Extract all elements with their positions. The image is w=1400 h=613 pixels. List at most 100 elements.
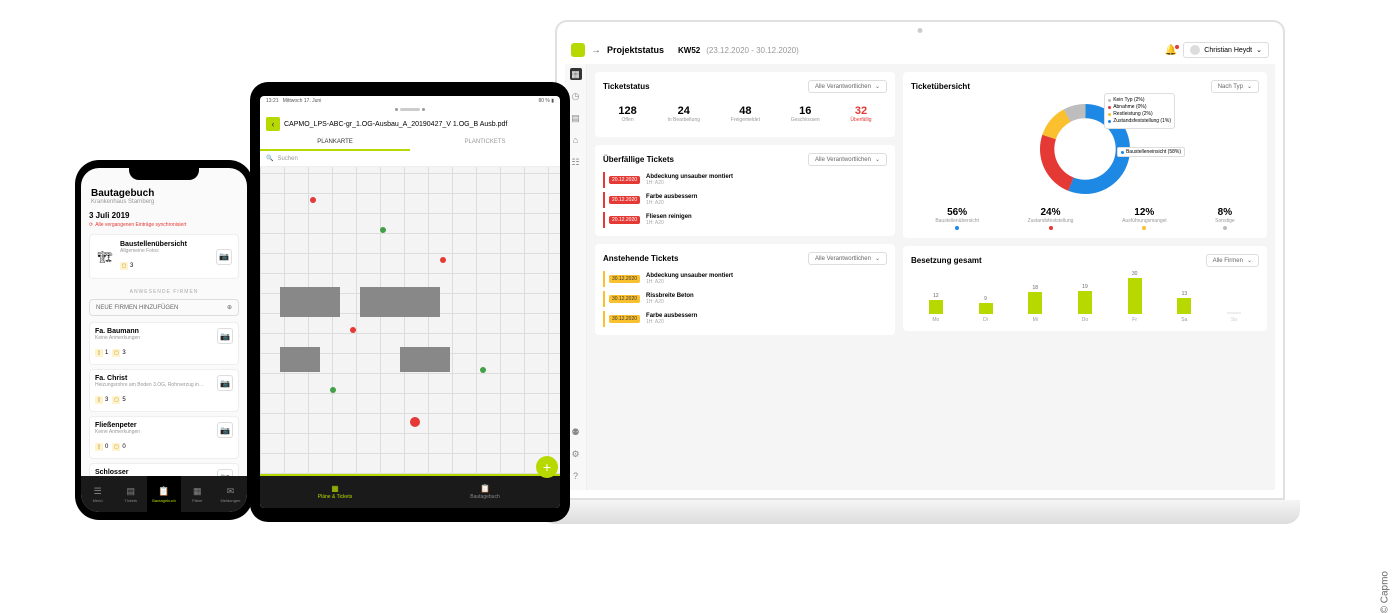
file-header: ‹ CAPMO_LPS-ABC-gr_1.OG-Ausbau_A_2019042… (260, 113, 560, 135)
search-icon: 🔍 (266, 155, 273, 162)
filter-select[interactable]: Alle Verantwortlichen⌄ (808, 80, 887, 93)
nav-item[interactable]: ✉Meldungen (214, 476, 247, 512)
tab-plantickets[interactable]: PLANTICKETS (410, 135, 560, 151)
bar-item: 19Do (1078, 284, 1092, 323)
firm-row[interactable]: Fa. ChristHeizungsrohre am Boden 3.OG, R… (89, 369, 239, 412)
add-firm-button[interactable]: NEUE FIRMEN HINZUFÜGEN ⊕ (89, 299, 239, 316)
nav-plans[interactable]: ▦Pläne & Tickets (260, 476, 410, 508)
map-pin[interactable] (380, 227, 386, 233)
map-pin[interactable] (480, 367, 486, 373)
search-bar[interactable]: 🔍 Suchen (260, 151, 560, 167)
nav-item[interactable]: ▤Tickets (114, 476, 147, 512)
firm-row[interactable]: SchlosserKeine Anmerkungen▯0▢0📷 (89, 463, 239, 476)
camera-icon[interactable]: 📷 (216, 249, 232, 265)
map-pin[interactable] (350, 327, 356, 333)
nav-diary[interactable]: 📋Bautagebuch (410, 476, 560, 508)
map-pin[interactable] (440, 257, 446, 263)
nav-item[interactable]: 📋Bautagebuch (147, 476, 180, 512)
tab-plankarte[interactable]: PLANKARTE (260, 135, 410, 151)
plus-icon: ⊕ (227, 304, 232, 311)
sidebar-building-icon[interactable]: ⌂ (570, 134, 582, 146)
ticket-row[interactable]: 20.12.2020Fliesen reinigen1H: A20 (603, 212, 887, 228)
ticket-row[interactable]: 20.12.2020Farbe ausbessern1H: A20 (603, 192, 887, 208)
phone-device: Bautagebuch Krankenhaus Starnberg 3 Juli… (75, 160, 253, 520)
sidebar-gear-icon[interactable]: ⚙ (570, 448, 582, 460)
card-title: Überfällige Tickets (603, 155, 674, 164)
filter-select[interactable]: Alle Firmen⌄ (1206, 254, 1259, 267)
tablet-nav: ▦Pläne & Tickets 📋Bautagebuch (260, 474, 560, 508)
photo-count-icon: ▢ (120, 262, 128, 270)
bar-item: So (1227, 311, 1241, 323)
ticket-row[interactable]: 30.12.2020Abdeckung unsauber montiert1H:… (603, 271, 887, 287)
tablet-handle (260, 106, 560, 113)
sidebar-clock-icon[interactable]: ◷ (570, 90, 582, 102)
nav-icon: ▤ (127, 486, 136, 497)
chevron-down-icon: ⌄ (875, 255, 880, 262)
stat-item: 128Offen (618, 105, 636, 123)
card-title: Ticketübersicht (911, 82, 970, 91)
filter-select[interactable]: Alle Verantwortlichen⌄ (808, 252, 887, 265)
pct-item: 8%Sonstige (1215, 207, 1234, 230)
filter-select[interactable]: Alle Verantwortlichen⌄ (808, 153, 887, 166)
status-bar: 13:21 Mittwoch 17. Juni 80 % ▮ (260, 96, 560, 106)
ticketstatus-card: Ticketstatus Alle Verantwortlichen⌄ 128O… (595, 72, 895, 137)
bar-item: 12Mo (929, 293, 943, 323)
date-heading: 3 Juli 2019 (89, 211, 239, 220)
filter-select[interactable]: Nach Typ⌄ (1211, 80, 1259, 93)
nav-item[interactable]: ▦Pläne (181, 476, 214, 512)
camera-icon[interactable]: 📷 (217, 422, 233, 438)
sidebar-doc-icon[interactable]: ▤ (570, 112, 582, 124)
pct-item: 24%Zustandsfeststellung (1028, 207, 1074, 230)
tablet-tabs: PLANKARTE PLANTICKETS (260, 135, 560, 151)
page-subtitle: Krankenhaus Starnberg (91, 199, 237, 205)
ticket-row[interactable]: 20.12.2020Abdeckung unsauber montiert1H:… (603, 172, 887, 188)
map-pin[interactable] (330, 387, 336, 393)
camera-icon[interactable]: 📷 (217, 375, 233, 391)
ticket-row[interactable]: 30.12.2020Rissbreite Beton1H: A20 (603, 291, 887, 307)
stat-item: 32Überfällig (850, 105, 871, 123)
image-credit: © Capmo (1379, 571, 1390, 613)
file-name: CAPMO_LPS-ABC-gr_1.OG-Ausbau_A_20190427_… (284, 121, 507, 128)
plans-icon: ▦ (331, 484, 339, 493)
user-menu[interactable]: Christian Heydt ⌄ (1183, 42, 1269, 58)
back-arrow-icon[interactable]: ‹ (266, 117, 280, 131)
ticket-row[interactable]: 30.12.2020Farbe ausbessern1H: A20 (603, 311, 887, 327)
dashboard-main: Ticketstatus Alle Verantwortlichen⌄ 128O… (587, 64, 1275, 490)
overdue-card: Überfällige Tickets Alle Verantwortliche… (595, 145, 895, 236)
firm-row[interactable]: FließenpeterKeine Anmerkungen▯0▢0📷 (89, 416, 239, 459)
map-pin[interactable] (410, 417, 420, 427)
laptop-device: → Projektstatus KW52 (23.12.2020 - 30.12… (555, 20, 1315, 540)
nav-arrow-icon[interactable]: → (591, 45, 601, 56)
sidebar-calendar-icon[interactable]: ☷ (570, 156, 582, 168)
staffing-card: Besetzung gesamt Alle Firmen⌄ 12Mo9Di18M… (903, 246, 1267, 331)
map-pin[interactable] (310, 197, 316, 203)
user-name: Christian Heydt (1204, 47, 1252, 54)
page-title: Bautagebuch (91, 188, 237, 199)
bar-item: 13Sa (1177, 291, 1191, 323)
nav-icon: ▦ (193, 486, 202, 497)
fab-add-button[interactable]: + (536, 456, 558, 478)
floor-plan[interactable] (260, 167, 560, 474)
chevron-down-icon: ⌄ (875, 156, 880, 163)
overview-card[interactable]: 🏗 Baustellenübersicht Allgemeine Fotos ▢… (89, 234, 239, 279)
bar-item: 18Mi (1028, 285, 1042, 323)
sidebar-help-icon[interactable]: ? (570, 470, 582, 482)
firm-row[interactable]: Fa. BaumannKeine Anmerkungen▯1▢3📷 (89, 322, 239, 365)
sidebar-dashboard-icon[interactable]: ▦ (570, 68, 582, 80)
camera-icon[interactable]: 📷 (217, 469, 233, 476)
sync-status: ⟳Alle vergangenen Einträge synchronisier… (89, 222, 239, 228)
donut-chart: Kein Typ (2%)Abnahme (0%)Restleistung (2… (1035, 99, 1135, 199)
nav-icon: 📋 (158, 486, 169, 497)
laptop-base (540, 500, 1300, 524)
bell-icon[interactable]: 🔔 (1165, 45, 1177, 56)
app-header: → Projektstatus KW52 (23.12.2020 - 30.12… (565, 36, 1275, 64)
camera-icon[interactable]: 📷 (217, 328, 233, 344)
sidebar-users-icon[interactable]: ⚉ (570, 426, 582, 438)
card-title: Anstehende Tickets (603, 254, 678, 263)
pct-item: 12%Ausführungsmangel (1122, 207, 1166, 230)
chevron-down-icon: ⌄ (875, 83, 880, 90)
nav-item[interactable]: ☰Menü (81, 476, 114, 512)
app-logo[interactable] (571, 43, 585, 57)
diary-icon: 📋 (480, 484, 490, 493)
nav-icon: ☰ (94, 486, 102, 497)
